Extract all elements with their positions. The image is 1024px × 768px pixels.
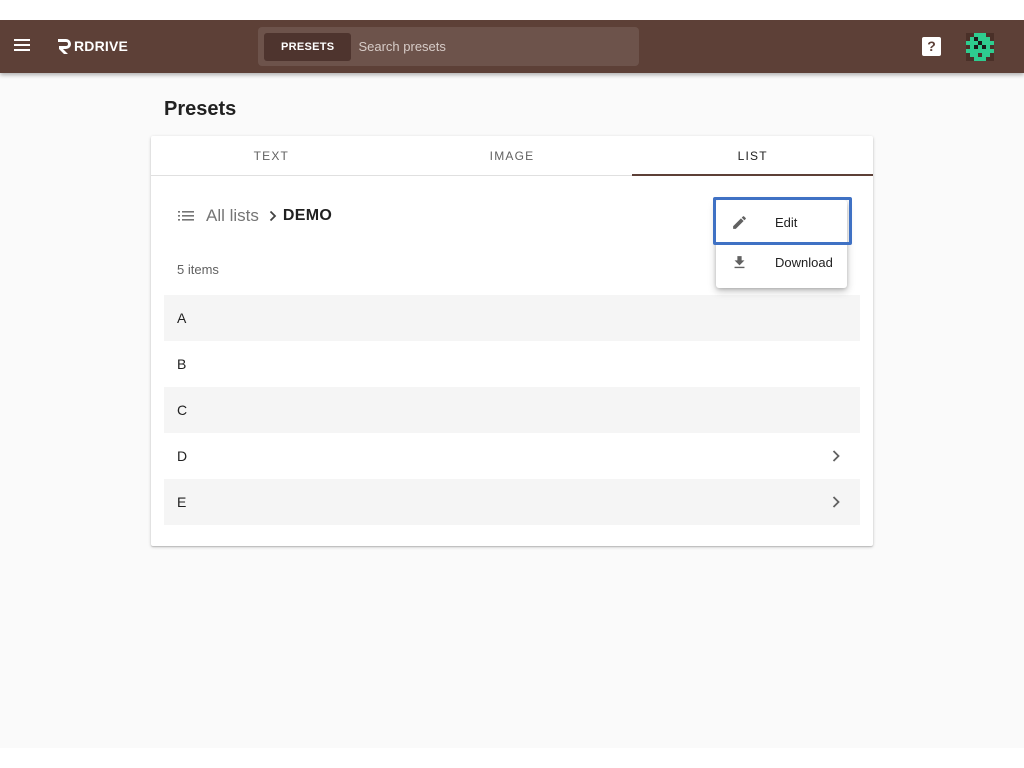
tab-image[interactable]: IMAGE: [392, 136, 633, 175]
breadcrumb-all-lists-link[interactable]: All lists: [206, 206, 259, 226]
list-item-label: C: [177, 402, 188, 418]
search-bar: PRESETS: [258, 27, 639, 66]
item-count: 5 items: [177, 262, 219, 277]
list-item[interactable]: E: [164, 479, 860, 525]
chevron-right-icon: [269, 210, 277, 222]
list-item-label: A: [177, 310, 187, 326]
app-logo[interactable]: RDRIVE: [56, 35, 128, 57]
list-icon: [178, 211, 194, 221]
preset-tabs: TEXT IMAGE LIST: [151, 136, 873, 176]
chevron-right-icon: [832, 496, 840, 508]
menu-item-download[interactable]: Download: [716, 242, 847, 282]
menu-item-label: Download: [775, 254, 833, 270]
app-viewport: RDRIVE PRESETS ? Presets TEXT IMAGE: [0, 20, 1024, 748]
logo-text: RDRIVE: [74, 38, 129, 54]
list-item[interactable]: B: [164, 341, 860, 387]
page-title: Presets: [164, 98, 237, 120]
breadcrumb: All lists DEMO: [178, 206, 332, 226]
breadcrumb-current: DEMO: [282, 207, 333, 224]
help-icon[interactable]: ?: [922, 37, 941, 56]
chevron-right-icon: [832, 450, 840, 462]
search-scope-button[interactable]: PRESETS: [264, 32, 352, 61]
list-item[interactable]: A: [164, 295, 860, 341]
edit-highlight-outline: [713, 197, 852, 245]
download-icon: [734, 256, 745, 269]
search-input[interactable]: [358, 39, 629, 54]
user-avatar[interactable]: [966, 33, 994, 61]
app-bar: RDRIVE PRESETS ?: [0, 20, 1024, 73]
rdrive-logo-icon: [58, 39, 71, 54]
list-item-label: D: [177, 448, 188, 464]
tab-list[interactable]: LIST: [632, 136, 873, 176]
list-item-label: E: [177, 494, 187, 510]
list-items: A B C D E: [164, 295, 860, 525]
tab-text[interactable]: TEXT: [151, 136, 392, 175]
list-item[interactable]: D: [164, 433, 860, 479]
list-item-label: B: [177, 356, 187, 372]
list-item[interactable]: C: [164, 387, 860, 433]
hamburger-menu-icon[interactable]: [13, 36, 33, 56]
